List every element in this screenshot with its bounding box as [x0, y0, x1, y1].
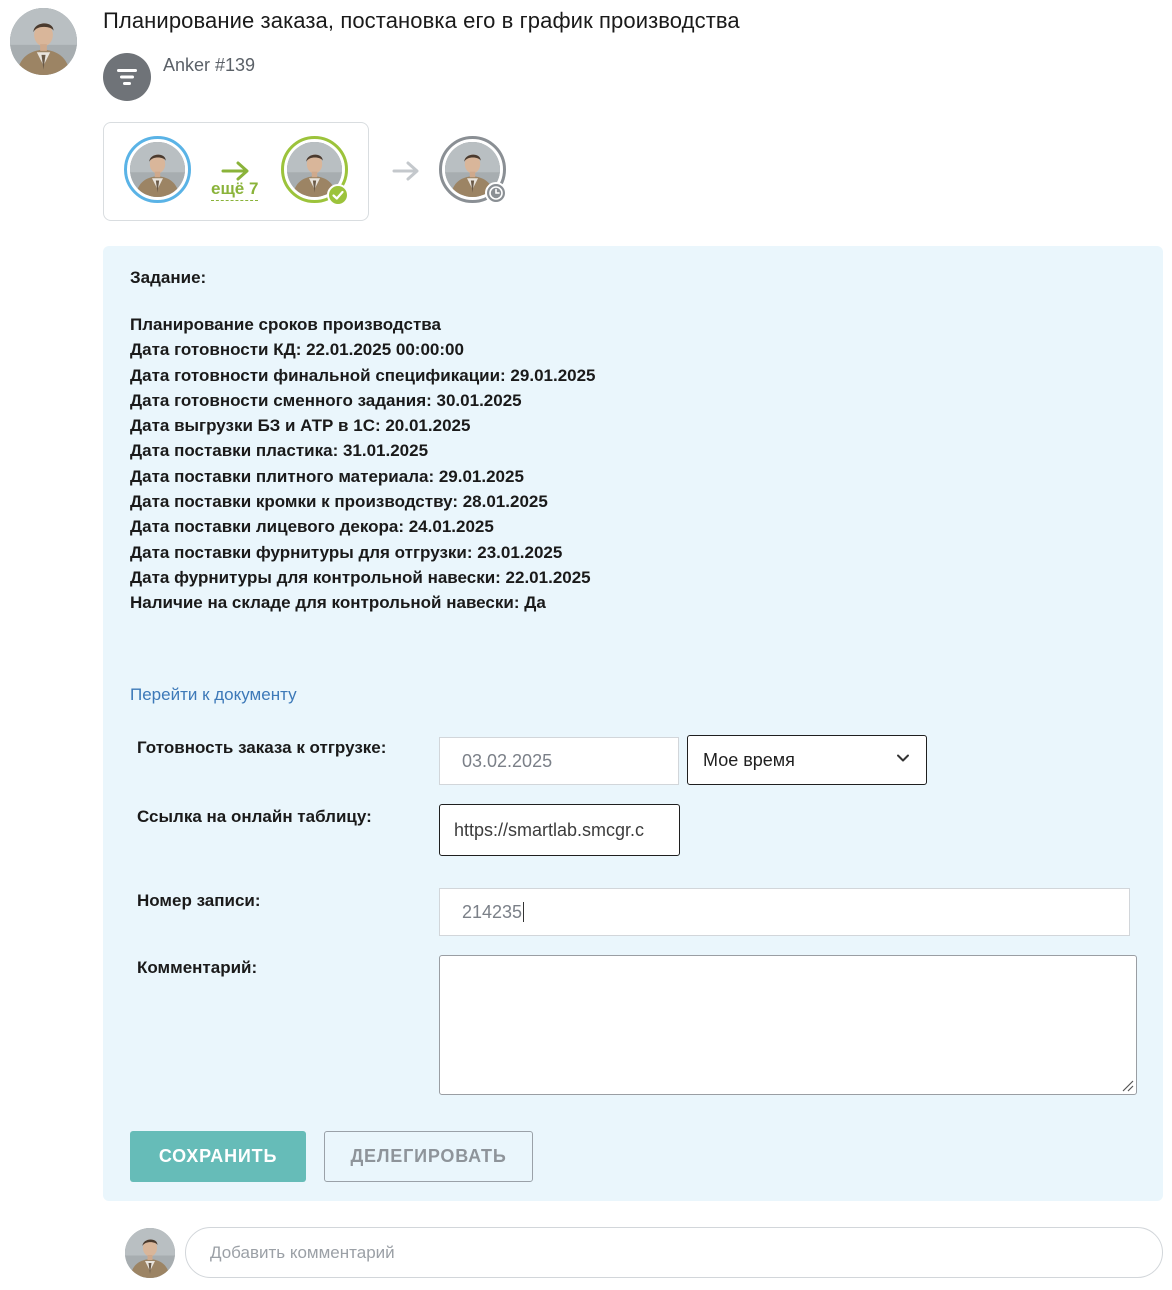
task-line: Наличие на складе для контрольной навеск…: [130, 593, 546, 613]
record-number-label: Номер записи:: [137, 891, 261, 910]
resize-handle-icon[interactable]: [1120, 1078, 1134, 1092]
more-participants-link[interactable]: ещё 7: [211, 179, 259, 201]
current-user-avatar: [125, 1228, 175, 1278]
filter-icon: [103, 53, 151, 101]
task-line: Дата поставки пластика: 31.01.2025: [130, 441, 429, 461]
comment-textarea[interactable]: [439, 955, 1137, 1095]
check-icon: [327, 184, 349, 206]
task-description: Планирование сроков производства Дата го…: [130, 312, 596, 616]
clock-icon: [485, 182, 507, 204]
arrow-right-icon: [392, 160, 420, 187]
task-line: Дата поставки лицевого декора: 24.01.202…: [130, 517, 494, 537]
process-name[interactable]: Anker #139: [163, 55, 255, 76]
time-zone-select[interactable]: Мое время: [687, 735, 927, 785]
task-line: Дата выгрузки БЗ и АТР в 1С: 20.01.2025: [130, 416, 471, 436]
save-button[interactable]: СОХРАНИТЬ: [130, 1131, 306, 1182]
ready-date-label: Готовность заказа к отгрузке:: [137, 738, 387, 757]
time-zone-value: Мое время: [703, 749, 795, 770]
task-line: Дата поставки кромки к производству: 28.…: [130, 492, 548, 512]
record-number-input[interactable]: 214235: [439, 888, 1130, 936]
delegate-button[interactable]: ДЕЛЕГИРОВАТЬ: [324, 1131, 533, 1182]
chevron-down-icon: [894, 749, 912, 772]
task-line: Дата поставки фурнитуры для отгрузки: 23…: [130, 542, 563, 562]
text-caret: [523, 902, 525, 922]
add-comment-input[interactable]: Добавить комментарий: [185, 1227, 1163, 1278]
task-line: Дата готовности КД: 22.01.2025 00:00:00: [130, 340, 464, 360]
comment-label: Комментарий:: [137, 958, 258, 977]
ready-date-input[interactable]: 03.02.2025: [439, 737, 679, 785]
task-line: Дата фурнитуры для контрольной навески: …: [130, 567, 591, 587]
online-table-link-input[interactable]: https://smartlab.smcgr.c: [439, 804, 680, 856]
task-line: Планирование сроков производства: [130, 315, 441, 334]
author-avatar[interactable]: [10, 8, 77, 75]
online-table-link-label: Ссылка на онлайн таблицу:: [137, 807, 372, 826]
task-title: Планирование заказа, постановка его в гр…: [103, 8, 740, 33]
go-to-document-link[interactable]: Перейти к документу: [130, 685, 297, 705]
record-number-value: 214235: [462, 901, 523, 922]
task-line: Дата готовности финальной спецификации: …: [130, 365, 596, 385]
task-line: Дата готовности сменного задания: 30.01.…: [130, 390, 522, 410]
task-line: Дата поставки плитного материала: 29.01.…: [130, 466, 524, 486]
route-first-participant-avatar[interactable]: [124, 136, 191, 203]
task-heading: Задание:: [130, 268, 207, 287]
